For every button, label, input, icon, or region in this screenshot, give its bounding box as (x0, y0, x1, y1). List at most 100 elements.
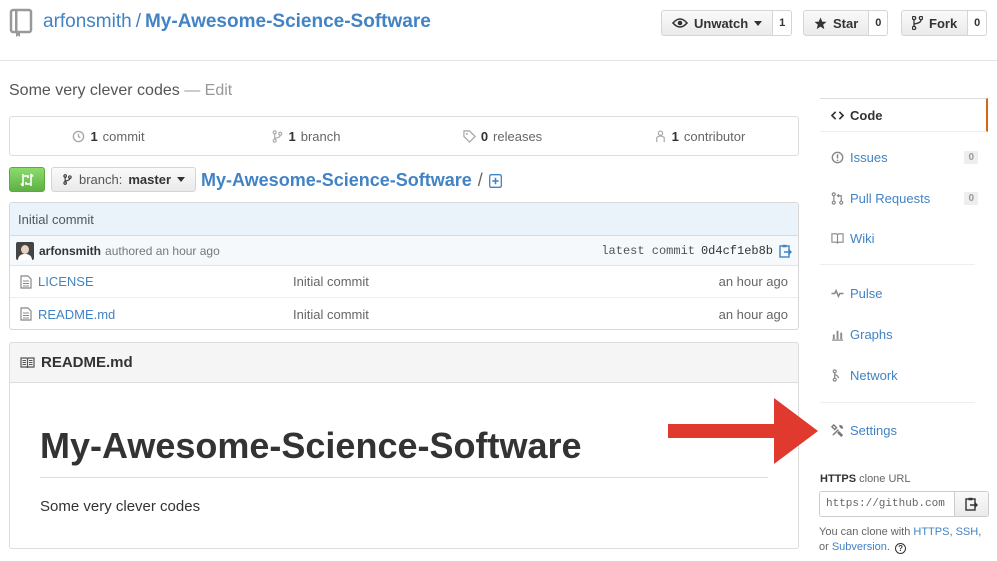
tools-icon (831, 423, 844, 437)
owner-link[interactable]: arfonsmith (43, 11, 132, 32)
contributors-label: contributor (683, 128, 746, 144)
file-name-link[interactable]: LICENSE (38, 274, 293, 289)
breadcrumb-repo-link[interactable]: My-Awesome-Science-Software (201, 170, 472, 191)
file-icon (20, 307, 32, 321)
repo-summary: 1 commit 1 branch 0 releases 1 contribut… (9, 116, 799, 156)
forks-count[interactable]: 0 (968, 10, 988, 36)
sidebar-item-network[interactable]: Network (820, 358, 988, 392)
file-table: Initial commit arfonsmith authored an ho… (9, 202, 799, 330)
stars-count[interactable]: 0 (869, 10, 889, 36)
fork-button[interactable]: Fork (901, 10, 969, 36)
book-icon (831, 232, 844, 244)
sidebar-item-pulse[interactable]: Pulse (820, 276, 988, 310)
clone-comma: , (949, 526, 953, 538)
file-commit-message[interactable]: Initial commit (293, 307, 369, 322)
readme-header: README.md (10, 343, 798, 383)
file-age: an hour ago (718, 306, 788, 322)
description-text: Some very clever codes (9, 82, 180, 99)
unwatch-label: Unwatch (694, 15, 749, 31)
edit-description-link[interactable]: Edit (205, 82, 233, 99)
author-name[interactable]: arfonsmith (39, 244, 101, 258)
branches-summary[interactable]: 1 branch (207, 117, 404, 155)
copy-clone-url-button[interactable] (954, 492, 988, 516)
chevron-down-icon (754, 20, 763, 26)
help-icon[interactable]: ? (895, 543, 907, 554)
pull-request-icon (831, 191, 844, 205)
clipboard-icon[interactable] (779, 244, 792, 258)
sidebar-item-wiki[interactable]: Wiki (820, 221, 988, 255)
code-icon (831, 110, 844, 120)
star-button[interactable]: Star (803, 10, 870, 36)
file-name-link[interactable]: README.md (38, 307, 293, 322)
authored-time: authored an hour ago (105, 243, 220, 258)
sidebar-item-label: Pulse (850, 285, 883, 301)
clone-url-box (819, 491, 989, 517)
issues-count-badge: 0 (964, 150, 978, 164)
branch-icon (63, 174, 72, 185)
tag-icon (463, 129, 476, 143)
branch-value: master (128, 172, 172, 187)
sidebar-item-label: Settings (850, 422, 897, 438)
releases-count: 0 (480, 128, 489, 144)
sidebar-item-graphs[interactable]: Graphs (820, 317, 988, 351)
avatar[interactable] (16, 241, 34, 260)
file-breadcrumb: My-Awesome-Science-Software / (201, 170, 502, 191)
star-label: Star (833, 15, 859, 31)
clone-help-text: You can clone with HTTPS, SSH, or Subver… (819, 525, 994, 555)
repo-icon (9, 8, 33, 37)
sidebar-item-label: Code (850, 107, 883, 123)
commit-author-row: arfonsmith authored an hour ago latest c… (10, 236, 798, 266)
new-file-icon[interactable] (488, 173, 502, 188)
repo-description: Some very clever codes — Edit (9, 82, 232, 100)
star-group: Star 0 (803, 10, 889, 36)
sidebar-item-code[interactable]: Code (820, 98, 988, 132)
network-icon (832, 368, 840, 382)
sidebar-divider (820, 402, 975, 403)
sidebar-divider (820, 264, 975, 265)
clone-title-suffix: clone URL (859, 473, 911, 485)
clone-protocol: HTTPS (820, 473, 857, 485)
commits-summary[interactable]: 1 commit (10, 117, 207, 155)
commit-sha-link[interactable]: 0d4cf1eb8b (701, 244, 773, 258)
commit-tease: Initial commit (10, 203, 798, 236)
contributors-summary[interactable]: 1 contributor (601, 117, 798, 155)
compare-button[interactable] (9, 167, 45, 192)
releases-summary[interactable]: 0 releases (404, 117, 601, 155)
branches-count: 1 (288, 128, 296, 144)
title-separator: / (135, 11, 141, 32)
history-icon (73, 130, 85, 142)
subversion-link[interactable]: Subversion (832, 541, 887, 553)
sidebar-item-issues[interactable]: Issues 0 (820, 140, 988, 174)
commits-label: commit (102, 128, 145, 144)
ssh-link[interactable]: SSH (956, 526, 979, 538)
commit-message-link[interactable]: Initial commit (18, 212, 94, 227)
sidebar-item-settings[interactable]: Settings (820, 413, 988, 447)
book-icon (20, 356, 35, 368)
commits-count: 1 (90, 128, 98, 144)
clone-period: . (886, 541, 890, 553)
sidebar-item-pull-requests[interactable]: Pull Requests 0 (820, 181, 988, 215)
branch-icon (272, 129, 282, 143)
pulse-icon (831, 288, 844, 298)
unwatch-group: Unwatch 1 (661, 10, 793, 36)
unwatch-button[interactable]: Unwatch (661, 10, 774, 36)
https-link[interactable]: HTTPS (913, 526, 949, 538)
issue-icon (831, 151, 844, 163)
file-commit-message[interactable]: Initial commit (293, 274, 369, 289)
watchers-count[interactable]: 1 (773, 10, 793, 36)
annotation-arrow (668, 398, 818, 464)
readme-filename: README.md (41, 354, 133, 371)
readme-body: Some very clever codes (40, 498, 201, 515)
compare-icon (20, 173, 34, 186)
latest-commit: latest commit 0d4cf1eb8b (601, 244, 792, 258)
file-row[interactable]: LICENSE Initial commit an hour ago (10, 266, 798, 298)
branches-label: branch (300, 128, 341, 144)
branch-select[interactable]: branch: master (51, 167, 197, 192)
clone-url-input[interactable] (820, 492, 954, 516)
sidebar-item-label: Wiki (850, 230, 875, 246)
sidebar-item-label: Pull Requests (850, 190, 931, 206)
fork-icon (912, 16, 923, 30)
repo-name-link[interactable]: My-Awesome-Science-Software (145, 11, 431, 32)
sidebar-item-label: Graphs (850, 326, 893, 342)
file-row[interactable]: README.md Initial commit an hour ago (10, 298, 798, 329)
